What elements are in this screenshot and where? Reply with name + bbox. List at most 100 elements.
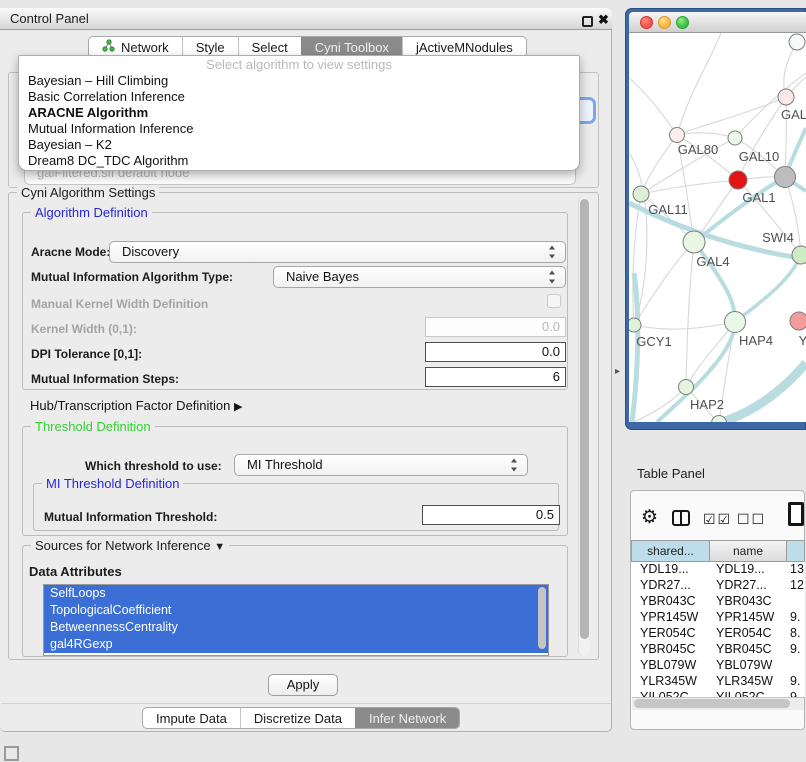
settings-group-title: Cyni Algorithm Settings	[17, 185, 159, 200]
combo-spinner-icon	[510, 459, 519, 472]
node-label: GAL4	[696, 254, 729, 269]
tab-infer-network[interactable]: Infer Network	[355, 708, 459, 728]
minimize-traffic-light[interactable]	[658, 16, 671, 29]
tab-discretize-data[interactable]: Discretize Data	[240, 708, 355, 728]
hub-definition-expander[interactable]: Hub/Transcription Factor Definition ▶	[30, 398, 242, 413]
network-canvas[interactable]: GAL GAL80 GAL10 GAL1 GAL11 SWI4 GAL4 GCY…	[629, 33, 806, 422]
node-gray[interactable]	[775, 167, 796, 188]
control-panel-title: Control Panel	[10, 11, 89, 26]
new-table-icon[interactable]	[788, 502, 804, 526]
dropdown-item[interactable]: Bayesian – K2	[19, 137, 579, 153]
node-gal10[interactable]	[728, 131, 742, 145]
mi-steps-field[interactable]: 6	[425, 367, 566, 387]
table-row[interactable]: YPR145W YPR145W 9.	[631, 610, 805, 626]
close-icon[interactable]: ✖	[598, 12, 609, 28]
edge	[677, 33, 721, 135]
kernel-width-field[interactable]: 0.0	[425, 317, 566, 337]
apply-button[interactable]: Apply	[268, 674, 338, 696]
dropdown-item[interactable]: Bayesian – Hill Climbing	[19, 73, 579, 89]
tab-style[interactable]: Style	[182, 37, 238, 57]
edge	[641, 135, 677, 194]
manual-kernel-checkbox[interactable]	[547, 294, 561, 308]
node-gal1-selected[interactable]	[729, 171, 747, 189]
node-pink[interactable]	[790, 312, 806, 330]
attribute-item-selected[interactable]: SelfLoops	[44, 585, 548, 602]
network-window-titlebar[interactable]	[629, 12, 806, 33]
close-traffic-light[interactable]	[640, 16, 653, 29]
node-gal11[interactable]	[633, 186, 649, 202]
table-row[interactable]: YIL052C YIL052C 9	[631, 690, 805, 697]
node-gcy1[interactable]	[629, 318, 641, 332]
expander-expanded-icon: ▼	[214, 541, 225, 553]
tab-impute-data[interactable]: Impute Data	[143, 708, 240, 728]
tab-network[interactable]: Network	[89, 37, 182, 57]
which-threshold-combo[interactable]: MI Threshold	[234, 454, 528, 476]
dpi-tolerance-field[interactable]: 0.0	[425, 342, 566, 362]
splitter-handle-icon[interactable]: ▸	[615, 366, 620, 377]
zoom-traffic-light[interactable]	[676, 16, 689, 29]
data-attributes-list: SelfLoops TopologicalCoefficient Between…	[43, 584, 549, 656]
collapsed-panel-icon[interactable]	[4, 746, 19, 761]
table-row[interactable]: YBR045C YBR045C 9.	[631, 642, 805, 658]
edge	[641, 180, 738, 194]
deselect-all-columns-icon[interactable]: ☐☐	[737, 511, 766, 528]
table-horizontal-scrollbar-thumb[interactable]	[634, 699, 790, 708]
split-columns-icon[interactable]	[672, 510, 690, 526]
mi-threshold-field[interactable]: 0.5	[422, 505, 560, 525]
node-label: GAL	[781, 107, 806, 122]
table-row[interactable]: YDL19... YDL19... 13	[631, 562, 805, 578]
table-row[interactable]: YBL079W YBL079W	[631, 658, 805, 674]
edge	[686, 242, 694, 387]
edge	[735, 73, 806, 138]
column-header-shared-name[interactable]: shared...	[631, 540, 710, 562]
edge	[677, 133, 735, 138]
node-label: GAL11	[648, 202, 688, 217]
table-row[interactable]: YER054C YER054C 8.	[631, 626, 805, 642]
dropdown-item[interactable]: Basic Correlation Inference	[19, 89, 579, 105]
data-attributes-label: Data Attributes	[29, 564, 122, 579]
tab-jactivemnodules[interactable]: jActiveMNodules	[402, 37, 526, 57]
network-icon	[102, 39, 115, 55]
node-hap4[interactable]	[725, 312, 746, 333]
tab-cyni-toolbox[interactable]: Cyni Toolbox	[301, 37, 402, 57]
aracne-mode-label: Aracne Mode:	[31, 245, 110, 259]
table-row[interactable]: YDR27... YDR27... 12	[631, 578, 805, 594]
divider	[1, 703, 611, 704]
dropdown-item-selected[interactable]: ARACNE Algorithm	[19, 105, 579, 121]
dropdown-item[interactable]: Mutual Information Inference	[19, 121, 579, 137]
settings-scrollbar-thumb[interactable]	[580, 199, 589, 639]
edge	[634, 242, 694, 325]
node[interactable]	[789, 34, 805, 50]
node-swi4[interactable]	[792, 246, 806, 264]
table-row[interactable]: YBR043C YBR043C	[631, 594, 805, 610]
tab-select[interactable]: Select	[238, 37, 301, 57]
float-panel-icon[interactable]	[582, 16, 593, 27]
attribute-item-selected[interactable]: TopologicalCoefficient	[44, 602, 548, 619]
settings-scrollbar[interactable]	[578, 196, 590, 656]
node-gal80[interactable]	[670, 128, 685, 143]
attributes-scrollbar-thumb[interactable]	[538, 587, 546, 649]
mi-type-combo[interactable]: Naive Bayes	[273, 266, 566, 288]
control-panel-titlebar[interactable]	[0, 8, 612, 30]
threshold-definition-group: Threshold Definition Which threshold to …	[22, 426, 568, 536]
sources-title: Sources for Network Inference ▼	[31, 538, 229, 553]
dpi-tolerance-label: DPI Tolerance [0,1]:	[31, 347, 142, 361]
attribute-item-selected[interactable]: BetweennessCentrality	[44, 619, 548, 636]
select-all-columns-icon[interactable]: ☑☑	[703, 511, 732, 528]
expander-collapsed-icon: ▶	[234, 401, 242, 413]
node-hap2[interactable]	[679, 380, 694, 395]
edge	[686, 322, 735, 387]
table-row[interactable]: YLR345W YLR345W 9.	[631, 674, 805, 690]
attribute-item-selected[interactable]: gal4RGexp	[44, 636, 548, 653]
node-label: SWI4	[762, 230, 794, 245]
mi-threshold-group: MI Threshold Definition Mutual Informati…	[33, 483, 559, 531]
node-gal4[interactable]	[683, 231, 705, 253]
node-label: GAL10	[739, 149, 779, 164]
aracne-mode-combo[interactable]: Discovery	[109, 241, 566, 263]
column-header-partial[interactable]	[787, 540, 805, 562]
dropdown-item[interactable]: Dream8 DC_TDC Algorithm	[19, 153, 579, 169]
gear-icon[interactable]: ⚙	[641, 506, 658, 529]
column-header-name[interactable]: name	[710, 540, 787, 562]
kernel-width-label: Kernel Width (0,1):	[31, 322, 137, 336]
node[interactable]	[778, 89, 794, 105]
